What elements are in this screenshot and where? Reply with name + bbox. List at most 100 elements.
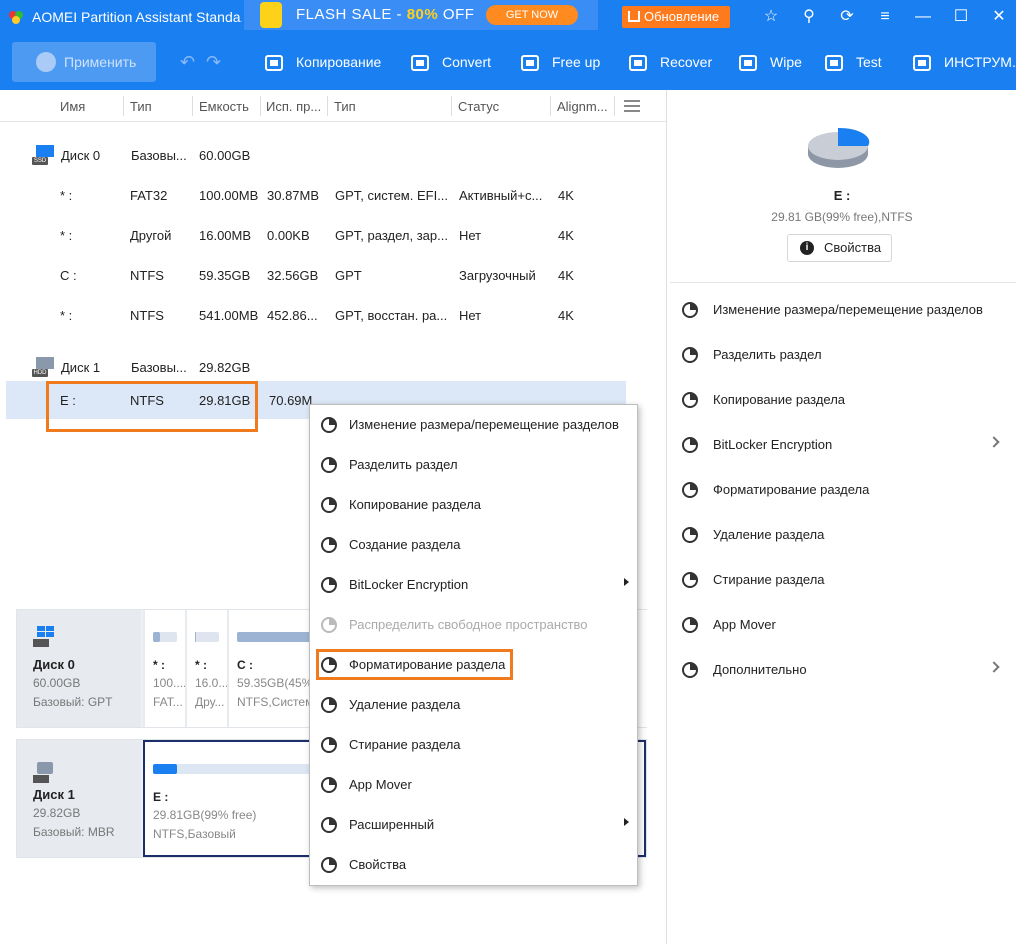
rp-action-resize-move[interactable]: Изменение размера/перемещение разделов	[668, 288, 1016, 333]
col-ptype[interactable]: Тип	[334, 99, 356, 114]
col-name[interactable]: Имя	[60, 99, 85, 114]
refresh-icon[interactable]: ⟳	[836, 6, 858, 28]
ctx-item-resize-move[interactable]: Изменение размера/перемещение разделов	[310, 405, 637, 445]
ctx-item-label: Изменение размера/перемещение разделов	[349, 417, 619, 432]
more-icon	[682, 662, 698, 678]
toolbar-test-button[interactable]: Test	[824, 48, 882, 76]
get-now-button[interactable]: GET NOW	[486, 5, 578, 25]
promo-text: FLASH SALE - 80% OFF	[296, 6, 475, 23]
disk-row-0[interactable]: SSD Диск 0 Базовы... 60.00GB	[0, 136, 620, 174]
partition-fs: NTFS	[130, 308, 164, 323]
close-icon[interactable]: ✕	[988, 6, 1010, 28]
ctx-item-more[interactable]: Расширенный	[310, 805, 637, 845]
partition-name: * :	[60, 308, 73, 323]
toolbar-label: Wipe	[770, 54, 802, 70]
disk1-map-size: 29.82GB	[33, 806, 81, 820]
hdd-disk-icon	[33, 762, 53, 783]
lightning-icon	[260, 2, 282, 28]
update-button[interactable]: Обновление	[622, 6, 730, 28]
share-icon[interactable]: ⚲	[798, 6, 820, 28]
rp-partition-name: E :	[833, 188, 851, 203]
disk-type: Базовы...	[131, 148, 187, 163]
disk-name: Диск 0	[61, 148, 101, 163]
col-type[interactable]: Тип	[130, 99, 152, 114]
part-type: Дру...	[195, 695, 225, 709]
ctx-item-trash[interactable]: Удаление раздела	[310, 685, 637, 725]
properties-label: Свойства	[824, 240, 882, 255]
app-mover-icon	[682, 617, 698, 633]
partition-align: 4K	[558, 228, 574, 243]
rp-action-lock[interactable]: BitLocker Encryption	[668, 423, 1016, 468]
rp-action-app-mover[interactable]: App Mover	[668, 603, 1016, 648]
maximize-icon[interactable]: ☐	[950, 6, 972, 28]
minimize-icon[interactable]: —	[912, 6, 934, 28]
partition-name: * :	[60, 188, 73, 203]
partition-row[interactable]: * : Другой 16.00MB 0.00KB GPT, раздел, зар..…	[0, 216, 620, 254]
disk0-part1-block[interactable]: * : 100.... FAT...	[143, 610, 186, 727]
ctx-item-info[interactable]: Свойства	[310, 845, 637, 885]
ctx-item-create-partition[interactable]: Создание раздела	[310, 525, 637, 565]
rp-action-split-partition[interactable]: Разделить раздел	[668, 333, 1016, 378]
partition-status: Нет	[459, 308, 482, 323]
free-up-icon	[520, 53, 542, 73]
rp-action-label: Форматирование раздела	[713, 482, 870, 497]
star-icon[interactable]: ☆	[760, 6, 782, 28]
menu-icon[interactable]: ≡	[874, 6, 896, 28]
col-alignment[interactable]: Alignm...	[557, 99, 608, 114]
part-type: FAT...	[153, 695, 183, 709]
redo-icon[interactable]: ↷	[206, 52, 221, 73]
rp-action-copy-partition[interactable]: Копирование раздела	[668, 378, 1016, 423]
window-title: AOMEI Partition Assistant Standa...	[32, 9, 242, 25]
rp-action-format-partition[interactable]: Форматирование раздела	[668, 468, 1016, 513]
disk-capacity: 29.82GB	[199, 360, 251, 375]
toolbar-wipe-button[interactable]: Wipe	[738, 48, 802, 76]
partition-row[interactable]: * : FAT32 100.00MB 30.87MB GPT, систем. EFI.…	[0, 176, 620, 214]
rp-action-label: Стирание раздела	[713, 572, 825, 587]
disk1-map-name: Диск 1	[33, 787, 75, 802]
partition-used: 32.56GB	[267, 268, 319, 283]
disk0-part2-block[interactable]: * : 16.0... Дру...	[185, 610, 228, 727]
undo-icon[interactable]: ↶	[180, 52, 195, 73]
partition-ptype: GPT, раздел, зар...	[335, 228, 448, 243]
submenu-arrow-icon	[624, 578, 629, 586]
ctx-item-label: App Mover	[349, 777, 412, 792]
format-item-highlight	[316, 649, 513, 680]
columns-menu-icon[interactable]	[624, 100, 640, 112]
col-capacity[interactable]: Емкость	[199, 99, 249, 114]
main-toolbar: Применить ↶ ↷ Копирование Convert Free up R…	[0, 34, 1016, 90]
partition-row[interactable]: C : NTFS 59.35GB 32.56GB GPT Загрузочный 4K	[0, 256, 620, 294]
partition-capacity: 16.00MB	[199, 228, 252, 243]
submenu-arrow-icon	[624, 818, 629, 826]
recover-icon	[628, 53, 650, 73]
trash-icon	[682, 527, 698, 543]
toolbar-copy-button[interactable]: Копирование	[264, 48, 381, 76]
ctx-item-split-partition[interactable]: Разделить раздел	[310, 445, 637, 485]
properties-button[interactable]: i Свойства	[787, 234, 892, 262]
ctx-item-app-mover[interactable]: App Mover	[310, 765, 637, 805]
partition-capacity: 541.00MB	[199, 308, 259, 323]
apply-button[interactable]: Применить	[12, 42, 156, 82]
resize-move-icon	[321, 417, 337, 433]
col-status[interactable]: Статус	[458, 99, 499, 114]
ctx-item-lock[interactable]: BitLocker Encryption	[310, 565, 637, 605]
rp-partition-info: 29.81 GB(99% free),NTFS	[771, 210, 913, 224]
partition-name: C :	[60, 268, 77, 283]
ctx-item-allocate-space: Распределить свободное пространство	[310, 605, 637, 645]
promo-banner[interactable]: FLASH SALE - 80% OFF GET NOW	[244, 0, 598, 30]
rp-action-eraser[interactable]: Стирание раздела	[668, 558, 1016, 603]
ctx-item-label: Распределить свободное пространство	[349, 617, 588, 632]
toolbar-recover-button[interactable]: Recover	[628, 48, 712, 76]
partition-row[interactable]: * : NTFS 541.00MB 452.86... GPT, восстан. ра…	[0, 296, 620, 334]
toolbar-tools-button[interactable]: ИНСТРУМ.	[912, 48, 1016, 76]
ctx-item-eraser[interactable]: Стирание раздела	[310, 725, 637, 765]
toolbar-convert-button[interactable]: Convert	[410, 48, 491, 76]
ctx-item-copy-partition[interactable]: Копирование раздела	[310, 485, 637, 525]
part-label: * :	[153, 658, 165, 672]
allocate-space-icon	[321, 617, 337, 633]
rp-action-trash[interactable]: Удаление раздела	[668, 513, 1016, 558]
col-used[interactable]: Исп. пр...	[266, 99, 321, 114]
split-partition-icon	[682, 347, 698, 363]
toolbar-free-up-button[interactable]: Free up	[520, 48, 600, 76]
rp-action-label: Удаление раздела	[713, 527, 825, 542]
rp-action-more[interactable]: Дополнительно	[668, 648, 1016, 693]
